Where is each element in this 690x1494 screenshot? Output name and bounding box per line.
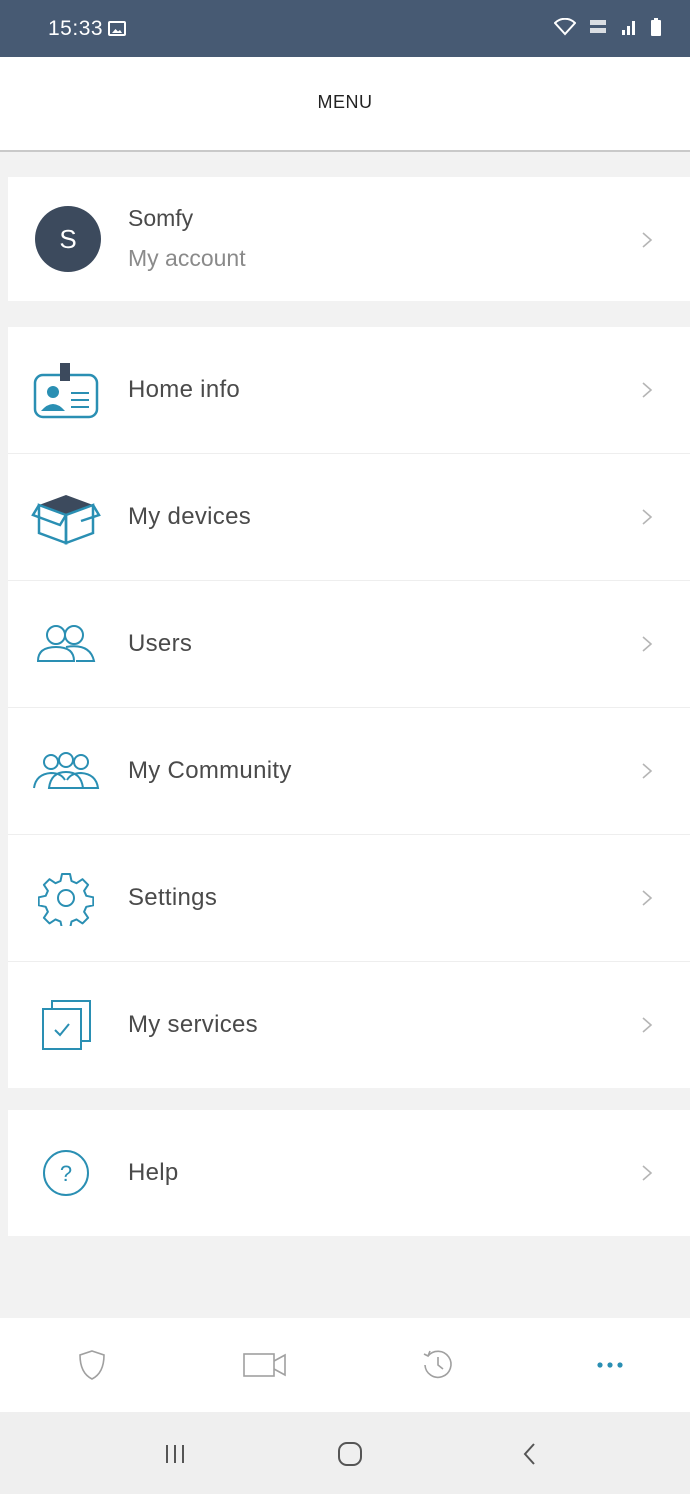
home-button[interactable] (320, 1434, 380, 1474)
menu-header: MENU (0, 57, 690, 152)
chevron-right-icon (642, 1165, 653, 1181)
page-title: MENU (317, 92, 373, 112)
menu-item-my-community[interactable]: My Community (8, 708, 690, 835)
menu-item-home-info[interactable]: Home info (8, 327, 690, 454)
home-icon (338, 1442, 362, 1466)
recent-apps-button[interactable] (145, 1434, 205, 1474)
chevron-right-icon (642, 232, 653, 248)
status-time: 15:33 (48, 17, 104, 40)
chevron-right-icon (642, 1017, 653, 1033)
wifi-icon (554, 18, 576, 36)
avatar: S (35, 206, 101, 272)
help-section: ? Help (8, 1110, 690, 1236)
tab-more[interactable] (570, 1342, 650, 1388)
signal-icon (622, 21, 635, 35)
more-dots-icon (597, 1362, 623, 1368)
chevron-right-icon (642, 636, 653, 652)
tab-cameras[interactable] (225, 1342, 305, 1388)
menu-list: Home info My devices Users My Community … (8, 327, 690, 1088)
account-row[interactable]: S Somfy My account (8, 177, 690, 301)
services-check-icon (30, 992, 102, 1058)
gallery-notification-icon (108, 21, 126, 36)
tab-history[interactable] (398, 1342, 478, 1388)
volte-icon (590, 20, 606, 33)
shield-icon (79, 1350, 105, 1380)
users-icon (30, 611, 102, 677)
menu-item-my-devices[interactable]: My devices (8, 454, 690, 581)
account-name: Somfy (128, 205, 194, 231)
account-section: S Somfy My account (8, 177, 690, 301)
status-bar: 15:33 (0, 0, 690, 57)
tab-security[interactable] (52, 1342, 132, 1388)
bottom-tab-bar (0, 1318, 690, 1412)
menu-item-users[interactable]: Users (8, 581, 690, 708)
home-info-card-icon (30, 357, 102, 423)
chevron-right-icon (642, 509, 653, 525)
gear-icon (30, 865, 102, 931)
menu-item-label: My services (128, 1011, 258, 1038)
account-subtitle: My account (128, 245, 246, 271)
back-button[interactable] (500, 1434, 560, 1474)
menu-item-label: My Community (128, 757, 292, 784)
history-clock-icon (423, 1350, 452, 1379)
box-icon (30, 484, 102, 550)
menu-item-settings[interactable]: Settings (8, 835, 690, 962)
chevron-right-icon (642, 890, 653, 906)
menu-item-my-services[interactable]: My services (8, 962, 690, 1088)
battery-icon (651, 18, 661, 36)
menu-item-label: Users (128, 630, 193, 657)
svg-text:?: ? (60, 1161, 72, 1186)
menu-item-label: Settings (128, 884, 218, 911)
community-icon (30, 738, 102, 804)
chevron-right-icon (642, 382, 653, 398)
chevron-right-icon (642, 763, 653, 779)
help-label: Help (128, 1159, 179, 1186)
status-icons (554, 17, 662, 37)
menu-item-help[interactable]: ? Help (8, 1110, 690, 1236)
video-camera-icon (243, 1353, 286, 1377)
back-icon (523, 1443, 535, 1465)
menu-item-label: My devices (128, 503, 252, 530)
system-nav-bar (0, 1412, 690, 1494)
recent-apps-icon (166, 1445, 184, 1463)
question-icon: ? (30, 1140, 102, 1206)
menu-item-label: Home info (128, 376, 241, 403)
